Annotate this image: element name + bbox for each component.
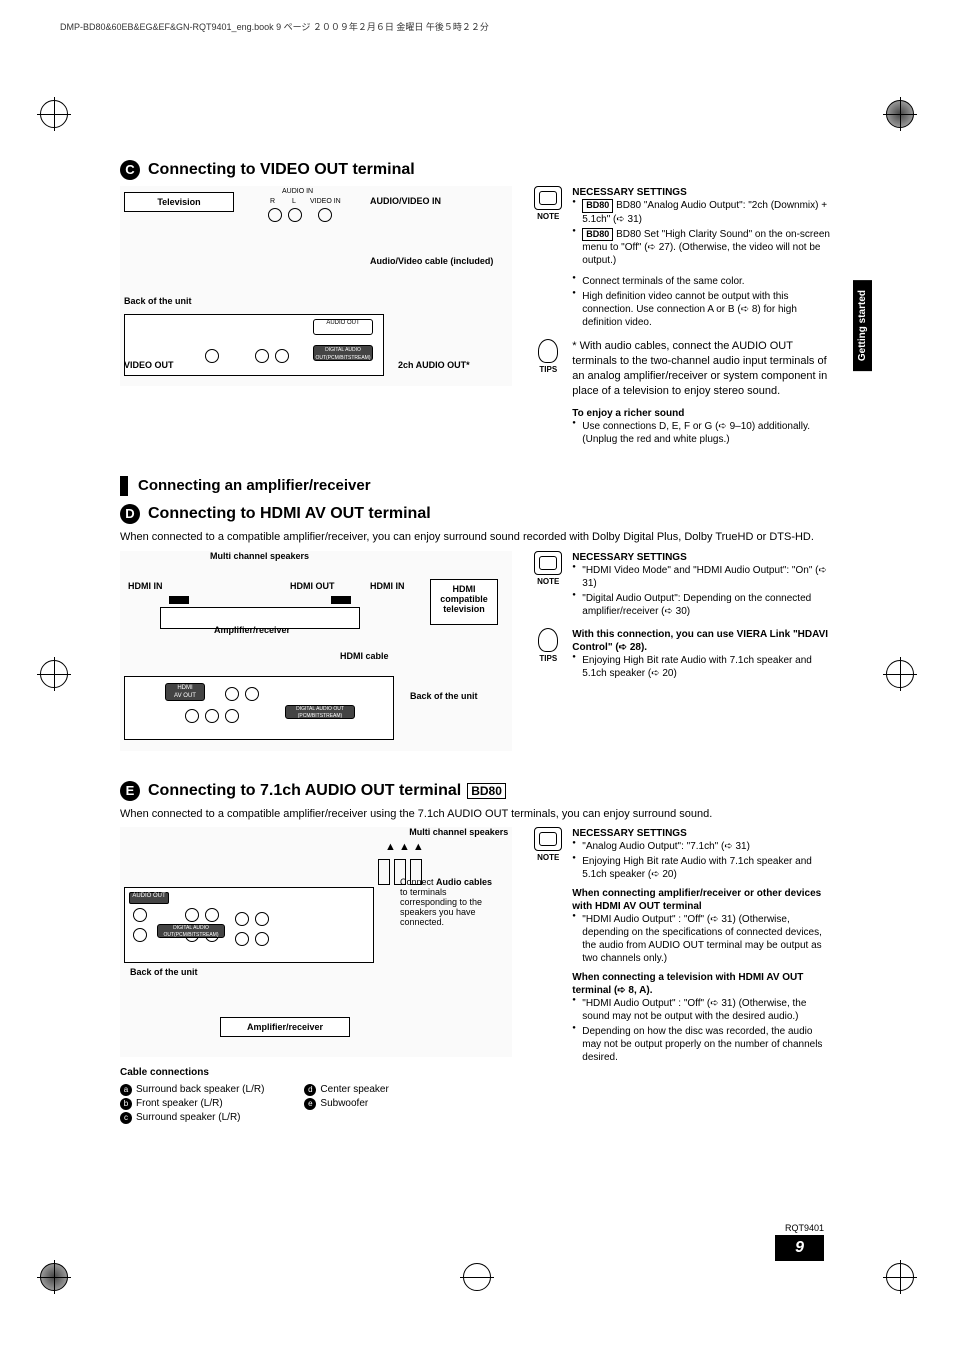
- necessary-settings-heading-e: NECESSARY SETTINGS: [572, 827, 834, 840]
- av-cable-label: Audio/Video cable (included): [370, 256, 493, 266]
- legend-item: aSurround back speaker (L/R): [120, 1084, 264, 1096]
- tips-heading-d: With this connection, you can use VIERA …: [572, 628, 834, 654]
- r-label: R: [270, 198, 275, 205]
- cond2-item: "HDMI Audio Output" : "Off" (➪ 31) (Othe…: [572, 997, 834, 1023]
- tips-label: TIPS: [532, 365, 564, 375]
- crop-mark-icon: [40, 1263, 68, 1291]
- section-e-title: Connecting to 7.1ch AUDIO OUT terminal: [148, 782, 461, 800]
- note-item: "Digital Audio Output": Depending on the…: [572, 592, 834, 618]
- tips-icon: [538, 339, 558, 363]
- amp-section-title: Connecting an amplifier/receiver: [138, 477, 371, 494]
- legend-item: dCenter speaker: [304, 1084, 388, 1096]
- note-icon: [534, 186, 562, 210]
- tv-box: HDMI compatible television: [430, 579, 498, 625]
- note-icon: [534, 551, 562, 575]
- tips-item: * With audio cables, connect the AUDIO O…: [572, 339, 834, 398]
- back-label-e: Back of the unit: [130, 967, 198, 977]
- section-letter-e: E: [120, 781, 140, 801]
- crop-mark-icon: [886, 100, 914, 128]
- note-label: NOTE: [532, 577, 564, 587]
- note-item: "HDMI Video Mode" and "HDMI Audio Output…: [572, 564, 834, 590]
- hdmi-in-label: HDMI IN: [128, 581, 163, 591]
- hdmi-in2-label: HDMI IN: [370, 581, 405, 591]
- note-item: BD80 BD80 Set "High Clarity Sound" on th…: [572, 228, 834, 268]
- note-item: "Analog Audio Output": "7.1ch" (➪ 31): [572, 840, 834, 853]
- videoin-label: VIDEO IN: [310, 198, 341, 205]
- crop-mark-icon: [40, 100, 68, 128]
- tips-icon: [538, 628, 558, 652]
- crop-mark-icon: [886, 660, 914, 688]
- diagram-71ch: Multi channel speakers AUDIO OUT DIGITAL…: [120, 827, 512, 1057]
- note-label: NOTE: [532, 853, 564, 863]
- necessary-settings-heading-d: NECESSARY SETTINGS: [572, 551, 834, 564]
- section-letter-d: D: [120, 504, 140, 524]
- bd80-badge: BD80: [467, 783, 506, 799]
- tv-label: Television: [124, 192, 234, 212]
- legend-item: cSurround speaker (L/R): [120, 1112, 264, 1124]
- diagram-video-out: Television AUDIO IN R L VIDEO IN AUDIO/V…: [120, 186, 512, 386]
- l-label: L: [292, 198, 296, 205]
- legend-item: bFront speaker (L/R): [120, 1098, 264, 1110]
- cond2-item: Depending on how the disc was recorded, …: [572, 1025, 834, 1064]
- hdmi-out-label: HDMI OUT: [290, 581, 335, 591]
- crop-mark-icon: [463, 1263, 491, 1291]
- note-item: High definition video cannot be output w…: [572, 290, 834, 329]
- section-tab: Getting started: [853, 280, 872, 371]
- audio-in-label: AUDIO IN: [282, 188, 313, 195]
- section-d-title: Connecting to HDMI AV OUT terminal: [148, 505, 431, 523]
- diagram-hdmi-out: Multi channel speakers HDMI IN HDMI OUT …: [120, 551, 512, 751]
- footer-code: RQT9401: [775, 1223, 824, 1233]
- note-item: Enjoying High Bit rate Audio with 7.1ch …: [572, 855, 834, 881]
- cond1-item: "HDMI Audio Output" : "Off" (➪ 31) (Othe…: [572, 913, 834, 965]
- necessary-settings-heading: NECESSARY SETTINGS: [572, 186, 834, 199]
- legend-item: eSubwoofer: [304, 1098, 388, 1110]
- note-label: NOTE: [532, 212, 564, 222]
- audio-out-label: 2ch AUDIO OUT*: [398, 360, 470, 370]
- back-label-d: Back of the unit: [410, 691, 478, 701]
- section-letter-c: C: [120, 160, 140, 180]
- back-label: Back of the unit: [124, 296, 192, 306]
- multi-speakers-label: Multi channel speakers: [210, 551, 309, 561]
- hdmi-cable-label: HDMI cable: [340, 651, 389, 661]
- richer-heading: To enjoy a richer sound: [572, 407, 834, 420]
- cable-legend-heading: Cable connections: [120, 1067, 512, 1078]
- section-c-title: Connecting to VIDEO OUT terminal: [148, 161, 415, 179]
- tips-item: Enjoying High Bit rate Audio with 7.1ch …: [572, 654, 834, 680]
- cond1-heading: When connecting amplifier/receiver or ot…: [572, 887, 834, 913]
- page-number: 9: [775, 1235, 824, 1261]
- video-out-label: VIDEO OUT: [124, 360, 174, 370]
- note-item: Connect terminals of the same color.: [572, 275, 834, 288]
- amp-label-e: Amplifier/receiver: [220, 1017, 350, 1037]
- note-item: BD80 BD80 "Analog Audio Output": "2ch (D…: [572, 199, 834, 226]
- crop-mark-icon: [886, 1263, 914, 1291]
- tips-label: TIPS: [532, 654, 564, 664]
- section-d-intro: When connected to a compatible amplifier…: [120, 530, 834, 545]
- section-bar-icon: [120, 476, 128, 496]
- note-icon: [534, 827, 562, 851]
- running-header: DMP-BD80&60EB&EG&EF&GN-RQT9401_eng.book …: [60, 20, 954, 33]
- section-e-intro: When connected to a compatible amplifier…: [120, 807, 834, 822]
- amp-label: Amplifier/receiver: [192, 621, 312, 639]
- crop-mark-icon: [40, 660, 68, 688]
- cond2-heading: When connecting a television with HDMI A…: [572, 971, 834, 997]
- richer-item: Use connections D, E, F or G (➪ 9–10) ad…: [572, 420, 834, 446]
- av-in-label: AUDIO/VIDEO IN: [370, 196, 441, 206]
- multi-speakers-label-e: Multi channel speakers: [409, 827, 508, 837]
